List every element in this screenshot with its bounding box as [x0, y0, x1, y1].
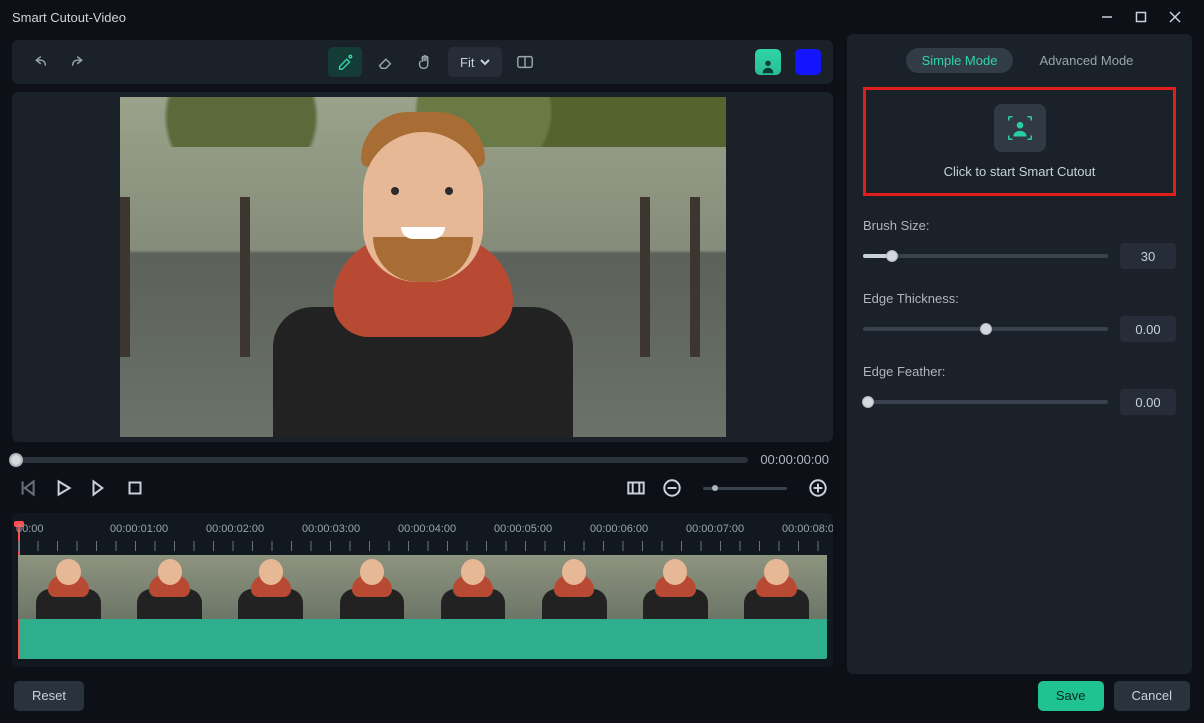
window-minimize-button[interactable] — [1090, 0, 1124, 34]
timeline-thumbnails[interactable] — [18, 555, 827, 619]
chevron-down-icon — [480, 57, 490, 67]
brush-tool-button[interactable] — [328, 47, 362, 77]
ruler-label: 00:00:01:00 — [110, 523, 168, 535]
edge-thickness-value[interactable]: 0.00 — [1120, 316, 1176, 342]
ruler-label: 00:00:05:00 — [494, 523, 552, 535]
ruler-label: 00:00:03:00 — [302, 523, 360, 535]
brush-size-value[interactable]: 30 — [1120, 243, 1176, 269]
audio-track[interactable] — [18, 619, 827, 659]
side-panel: Simple Mode Advanced Mode Click to start… — [847, 34, 1192, 674]
zoom-in-button[interactable] — [807, 477, 829, 499]
toolbar: Fit — [12, 40, 833, 84]
preview-viewport — [12, 92, 833, 442]
start-smart-cutout-label: Click to start Smart Cutout — [944, 164, 1096, 179]
edge-thickness-label: Edge Thickness: — [863, 291, 1176, 306]
fullscreen-button[interactable] — [625, 477, 647, 499]
start-cutout-highlight: Click to start Smart Cutout — [863, 87, 1176, 196]
tab-advanced-mode[interactable]: Advanced Mode — [1039, 53, 1133, 68]
background-swatch[interactable] — [795, 49, 821, 75]
ruler-label: 00:00:08:00 — [782, 523, 833, 535]
ruler-label: 00:00:07:00 — [686, 523, 744, 535]
timeline-ruler[interactable]: 00:00 00:00:01:00 00:00:02:00 00:00:03:0… — [18, 523, 831, 551]
zoom-slider[interactable] — [703, 487, 787, 490]
start-smart-cutout-button[interactable] — [994, 104, 1046, 152]
zoom-fit-label: Fit — [460, 55, 474, 70]
footer: Reset Save Cancel — [0, 674, 1204, 723]
title-bar: Smart Cutout-Video — [0, 0, 1204, 34]
timecode: 00:00:00:00 — [760, 452, 829, 467]
tab-simple-mode[interactable]: Simple Mode — [906, 48, 1014, 73]
timeline: 00:00 00:00:01:00 00:00:02:00 00:00:03:0… — [12, 513, 833, 667]
window-close-button[interactable] — [1158, 0, 1192, 34]
scrubber[interactable] — [16, 457, 748, 463]
stop-button[interactable] — [124, 477, 146, 499]
undo-button[interactable] — [22, 47, 56, 77]
person-icon — [759, 57, 777, 75]
edge-feather-label: Edge Feather: — [863, 364, 1176, 379]
hand-tool-button[interactable] — [408, 47, 442, 77]
zoom-out-button[interactable] — [661, 477, 683, 499]
step-back-button[interactable] — [16, 477, 38, 499]
cancel-button[interactable]: Cancel — [1114, 681, 1190, 711]
edge-feather-slider[interactable] — [863, 400, 1108, 404]
preview-image — [120, 97, 726, 437]
foreground-swatch[interactable] — [755, 49, 781, 75]
edge-thickness-slider[interactable] — [863, 327, 1108, 331]
brush-size-slider[interactable] — [863, 254, 1108, 258]
zoom-fit-dropdown[interactable]: Fit — [448, 47, 502, 77]
redo-button[interactable] — [62, 47, 96, 77]
window-title: Smart Cutout-Video — [12, 10, 126, 25]
reset-button[interactable]: Reset — [14, 681, 84, 711]
brush-size-label: Brush Size: — [863, 218, 1176, 233]
ruler-label: 00:00 — [16, 523, 44, 535]
edge-feather-value[interactable]: 0.00 — [1120, 389, 1176, 415]
scrubber-handle[interactable] — [9, 453, 23, 467]
window-maximize-button[interactable] — [1124, 0, 1158, 34]
play-button[interactable] — [52, 477, 74, 499]
compare-view-button[interactable] — [508, 47, 542, 77]
eraser-tool-button[interactable] — [368, 47, 402, 77]
save-button[interactable]: Save — [1038, 681, 1104, 711]
ruler-label: 00:00:06:00 — [590, 523, 648, 535]
ruler-label: 00:00:04:00 — [398, 523, 456, 535]
ruler-label: 00:00:02:00 — [206, 523, 264, 535]
step-forward-button[interactable] — [88, 477, 110, 499]
